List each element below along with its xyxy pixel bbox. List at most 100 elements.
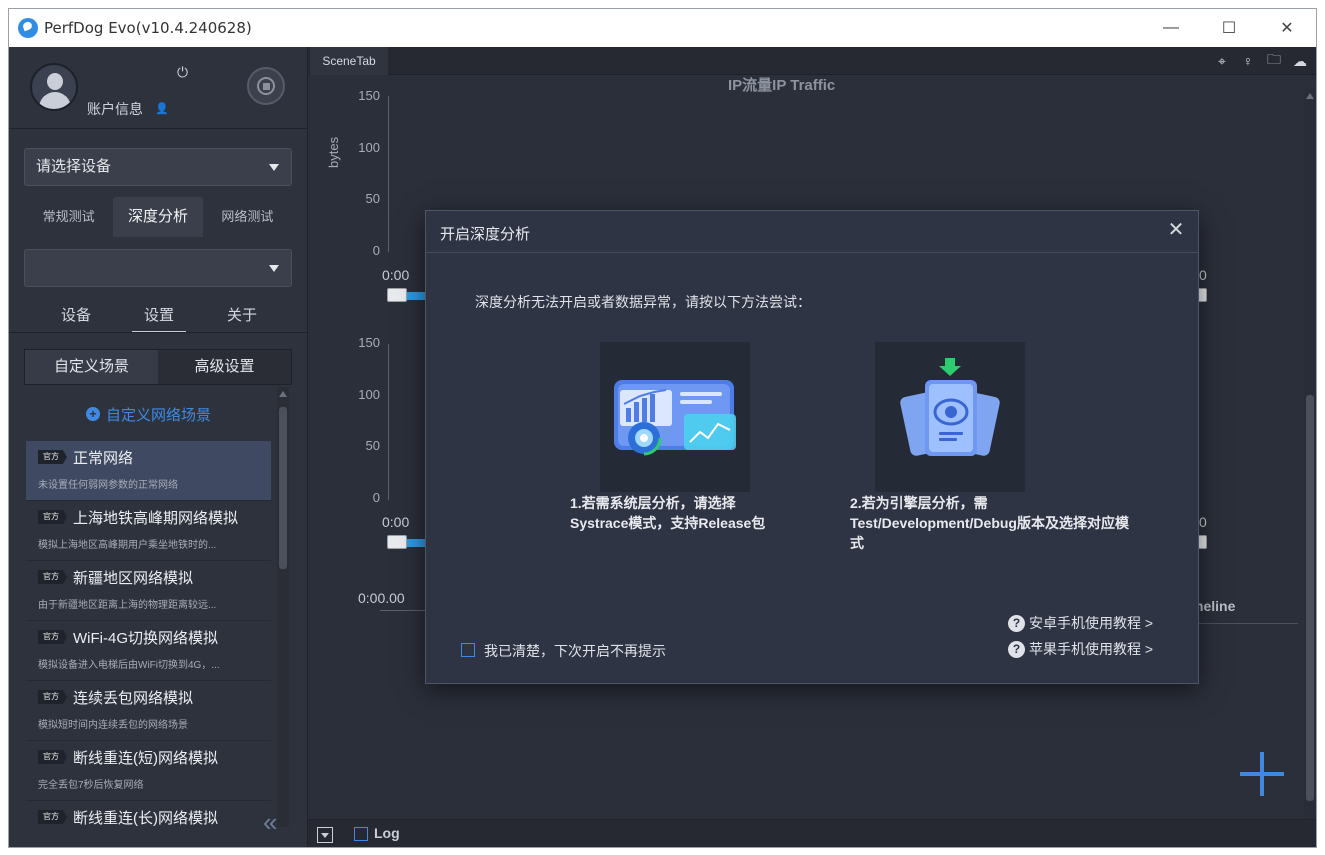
dialog-header: 开启深度分析 ✕ (426, 211, 1198, 253)
scene-name: 正常网络 (73, 449, 134, 467)
tab-device[interactable]: 设备 (49, 303, 103, 333)
cloud-icon[interactable]: ☁ (1290, 51, 1310, 71)
dialog-close-icon[interactable]: ✕ (1166, 220, 1186, 240)
avatar[interactable] (30, 63, 78, 111)
range-handle-left[interactable] (387, 535, 407, 549)
tab-regular-test[interactable]: 常规测试 (24, 197, 113, 237)
help-icon: ? (1008, 640, 1025, 658)
divider (9, 332, 307, 333)
app-select[interactable] (24, 249, 292, 287)
scene-name: 新疆地区网络模拟 (73, 569, 194, 587)
caret-down-icon (269, 265, 279, 272)
add-chart-icon[interactable] (1240, 752, 1284, 796)
dont-show-again-checkbox[interactable] (461, 643, 475, 657)
device-select[interactable]: 请选择设备 (24, 148, 292, 186)
scene-list: + 自定义网络场景 官方 正常网络 未设置任何弱网参数的正常网络 官方 上海地铁高峰… (26, 387, 271, 827)
engine-illustration (875, 342, 1025, 492)
location-pin-icon[interactable]: ⌖ (1212, 51, 1232, 71)
time-start: 0:00 (382, 514, 410, 530)
user-settings-icon[interactable]: 👤 (155, 102, 169, 115)
scene-list-scrollbar[interactable] (277, 387, 289, 827)
tab-about[interactable]: 关于 (215, 303, 269, 333)
mode-tabs: 常规测试 深度分析 网络测试 (24, 197, 292, 237)
scene-desc: 模拟短时间内连续丢包的网络场景 (38, 720, 188, 731)
y-tick: 100 (358, 140, 380, 155)
stop-icon (257, 77, 275, 95)
list-item[interactable]: 官方 断线重连(短)网络模拟 完全丢包7秒后恢复网络 (26, 741, 271, 801)
list-item[interactable]: 官方 上海地铁高峰期网络模拟 模拟上海地区高峰期用户乘坐地铁时的... (26, 501, 271, 561)
minimize-button[interactable]: — (1142, 9, 1200, 47)
scrollbar-thumb[interactable] (279, 407, 287, 569)
list-item[interactable]: 官方 连续丢包网络模拟 模拟短时间内连续丢包的网络场景 (26, 681, 271, 741)
toolbar: ⌖ ♀ 🗀 ☁ (1212, 51, 1310, 71)
official-badge: 官方 (38, 690, 67, 704)
time-end: 0 (1199, 514, 1207, 530)
dialog-message: 深度分析无法开启或者数据异常，请按以下方法尝试： (475, 294, 811, 310)
bottom-bar: Log (308, 819, 1316, 847)
official-badge: 官方 (38, 570, 67, 584)
time-end: 0 (1199, 267, 1207, 283)
folder-icon[interactable]: 🗀 (1264, 51, 1284, 71)
help-icon: ? (1008, 614, 1025, 632)
y-tick: 150 (358, 88, 380, 103)
add-scene-button[interactable]: + 自定义网络场景 (26, 387, 271, 441)
scroll-up-icon[interactable] (279, 391, 287, 397)
dialog-title: 开启深度分析 (440, 226, 531, 243)
log-checkbox[interactable] (354, 827, 368, 841)
y-tick: 0 (372, 243, 380, 258)
title-bar: PerfDog Evo(v10.4.240628) — ☐ ✕ (9, 9, 1316, 47)
y-tick: 100 (358, 387, 380, 402)
collapse-sidebar-icon[interactable]: « (263, 807, 277, 838)
list-item[interactable]: 官方 正常网络 未设置任何弱网参数的正常网络 (26, 441, 271, 501)
power-icon[interactable]: ⏻ (177, 64, 188, 81)
scroll-up-icon[interactable] (1306, 93, 1314, 99)
tab-advanced-settings[interactable]: 高级设置 (158, 350, 291, 384)
dont-show-again-label[interactable]: 我已清楚，下次开启不再提示 (484, 641, 666, 661)
close-button[interactable]: ✕ (1258, 9, 1316, 47)
official-badge: 官方 (38, 510, 67, 524)
ios-tutorial-link[interactable]: ? 苹果手机使用教程 > (1008, 639, 1153, 659)
device-select-value: 请选择设备 (36, 158, 112, 175)
stop-button[interactable] (247, 67, 285, 105)
maximize-button[interactable]: ☐ (1200, 9, 1258, 47)
tab-scene[interactable]: SceneTab (310, 47, 388, 75)
tab-custom-scene[interactable]: 自定义场景 (25, 350, 158, 384)
tab-settings[interactable]: 设置 (132, 303, 186, 333)
list-item[interactable]: 官方 新疆地区网络模拟 由于新疆地区距离上海的物理距离较远... (26, 561, 271, 621)
scene-name: 断线重连(长)网络模拟 (73, 809, 218, 827)
tab-deep-analysis[interactable]: 深度分析 (113, 197, 203, 237)
official-badge: 官方 (38, 810, 67, 824)
list-item[interactable]: 官方 WiFi-4G切换网络模拟 模拟设备进入电梯后由WiFi切换到4G，... (26, 621, 271, 681)
scene-desc: 由于新疆地区距离上海的物理距离较远... (38, 600, 217, 611)
scene-name: 上海地铁高峰期网络模拟 (73, 509, 239, 527)
option-engine: 2.若为引擎层分析，需Test/Development/Debug版本及选择对应… (850, 495, 1129, 551)
marker-icon[interactable]: ♀ (1238, 51, 1258, 71)
scene-name: WiFi-4G切换网络模拟 (73, 629, 218, 647)
y-axis (388, 96, 389, 252)
y-tick: 50 (365, 438, 380, 453)
tab-network-test[interactable]: 网络测试 (203, 197, 292, 237)
y-axis (388, 344, 389, 500)
scene-desc: 模拟设备进入电梯后由WiFi切换到4G，... (38, 660, 220, 671)
scene-desc: 完全丢包7秒后恢复网络 (38, 780, 144, 791)
scene-desc: 模拟上海地区高峰期用户乘坐地铁时的... (38, 540, 217, 551)
expand-log-button[interactable] (317, 827, 333, 843)
scrollbar-thumb[interactable] (1306, 395, 1314, 801)
perfdog-logo-icon (18, 18, 38, 38)
list-item[interactable]: 官方 断线重连(长)网络模拟 (26, 801, 271, 827)
scene-tabbar: SceneTab ⌖ ♀ 🗀 ☁ (308, 47, 1316, 75)
timeline-axis (380, 610, 430, 611)
y-tick: 150 (358, 335, 380, 350)
android-tutorial-label: 安卓手机使用教程 > (1029, 615, 1154, 631)
caret-down-icon (269, 164, 279, 171)
log-label: Log (374, 825, 400, 841)
account-label[interactable]: 账户信息 (87, 99, 143, 119)
sub-tabs: 设备 设置 关于 (49, 303, 269, 333)
official-badge: 官方 (38, 750, 67, 764)
main-scrollbar[interactable] (1304, 89, 1316, 829)
official-badge: 官方 (38, 630, 67, 644)
add-circle-icon: + (85, 407, 100, 421)
android-tutorial-link[interactable]: ? 安卓手机使用教程 > (1008, 613, 1153, 633)
account-panel: 账户信息 👤 ⏻ (9, 47, 307, 127)
range-handle-left[interactable] (387, 288, 407, 302)
